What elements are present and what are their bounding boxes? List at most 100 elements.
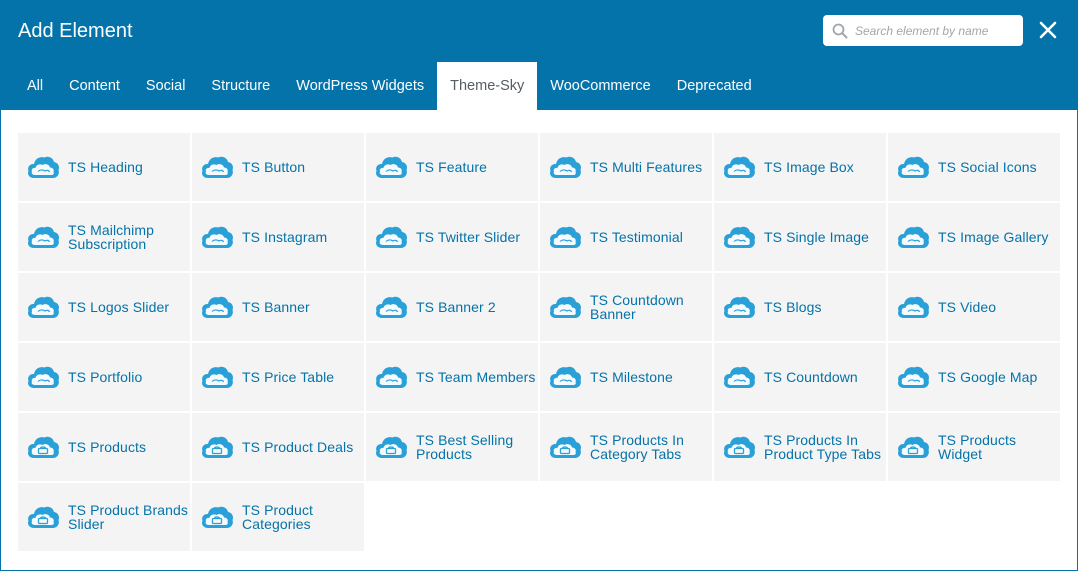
element-label: TS Portfolio (68, 369, 143, 385)
cloud-icon (374, 363, 408, 391)
tab-woocommerce[interactable]: WooCommerce (537, 62, 663, 110)
element-label: TS Milestone (590, 369, 673, 385)
element-ts-button[interactable]: TS Button (192, 133, 364, 201)
element-ts-best-selling-products[interactable]: TS Best Selling Products (366, 413, 538, 481)
cloud-icon (200, 363, 234, 391)
dialog-title: Add Element (18, 20, 133, 42)
element-label: TS Products In Product Type Tabs (764, 432, 882, 462)
element-ts-testimonial[interactable]: TS Testimonial (540, 203, 712, 271)
tab-content[interactable]: Content (56, 62, 133, 110)
cloud-icon (722, 153, 756, 181)
search-box[interactable] (823, 15, 1023, 46)
element-label: TS Product Deals (242, 439, 354, 455)
cloud-icon (896, 293, 930, 321)
element-ts-logos-slider[interactable]: TS Logos Slider (18, 273, 190, 341)
category-tabs: All Content Social Structure WordPress Widge… (18, 62, 765, 110)
element-ts-google-map[interactable]: TS Google Map (888, 343, 1060, 411)
element-label: TS Testimonial (590, 229, 683, 245)
cloud-icon (548, 293, 582, 321)
element-ts-product-categories[interactable]: TS Product Categories (192, 483, 364, 551)
cloud-icon (26, 223, 60, 251)
element-label: TS Google Map (938, 369, 1038, 385)
element-ts-twitter-slider[interactable]: TS Twitter Slider (366, 203, 538, 271)
element-label: TS Logos Slider (68, 299, 170, 315)
element-ts-countdown-banner[interactable]: TS Countdown Banner (540, 273, 712, 341)
cloud-basket-icon (26, 503, 60, 531)
element-label: TS Twitter Slider (416, 229, 521, 245)
element-ts-mailchimp-subscription[interactable]: TS Mailchimp Subscription (18, 203, 190, 271)
element-label: TS Video (938, 299, 997, 315)
element-label: TS Products In Category Tabs (590, 432, 684, 462)
element-label: TS Feature (416, 159, 488, 175)
cloud-basket-icon (200, 433, 234, 461)
element-ts-image-box[interactable]: TS Image Box (714, 133, 886, 201)
cloud-icon (896, 223, 930, 251)
element-ts-image-gallery[interactable]: TS Image Gallery (888, 203, 1060, 271)
element-ts-instagram[interactable]: TS Instagram (192, 203, 364, 271)
element-ts-products-widget[interactable]: TS Products Widget (888, 413, 1060, 481)
element-label: TS Blogs (764, 299, 822, 315)
tab-all[interactable]: All (14, 62, 56, 110)
element-ts-price-table[interactable]: TS Price Table (192, 343, 364, 411)
element-label: TS Button (242, 159, 306, 175)
element-ts-product-brands-slider[interactable]: TS Product Brands Slider (18, 483, 190, 551)
element-label: TS Products Widget (938, 432, 1017, 462)
element-label: TS Countdown Banner (590, 292, 684, 322)
element-ts-products-in-product-type-tabs[interactable]: TS Products In Product Type Tabs (714, 413, 886, 481)
element-ts-countdown[interactable]: TS Countdown (714, 343, 886, 411)
element-label: TS Mailchimp Subscription (68, 222, 154, 252)
element-label: TS Social Icons (938, 159, 1037, 175)
element-label: TS Product Categories (242, 502, 314, 532)
tab-wordpress-widgets[interactable]: WordPress Widgets (283, 62, 437, 110)
cloud-basket-icon (896, 433, 930, 461)
element-label: TS Products (68, 439, 147, 455)
element-ts-social-icons[interactable]: TS Social Icons (888, 133, 1060, 201)
element-ts-products[interactable]: TS Products (18, 413, 190, 481)
cloud-icon (200, 293, 234, 321)
cloud-icon (374, 223, 408, 251)
cloud-basket-icon (374, 433, 408, 461)
dialog-header: Add Element AllContentSocialStructureWor… (1, 1, 1077, 110)
tab-theme-sky[interactable]: Theme-Sky (437, 62, 538, 110)
cloud-icon (200, 153, 234, 181)
element-ts-products-in-category-tabs[interactable]: TS Products In Category Tabs (540, 413, 712, 481)
element-ts-banner-2[interactable]: TS Banner 2 (366, 273, 538, 341)
element-ts-product-deals[interactable]: TS Product Deals (192, 413, 364, 481)
element-label: TS Heading (68, 159, 143, 175)
tab-social[interactable]: Social (133, 62, 199, 110)
cloud-basket-icon (548, 433, 582, 461)
element-label: TS Image Gallery (938, 229, 1049, 245)
element-label: TS Product Brands Slider (68, 502, 188, 532)
element-ts-multi-features[interactable]: TS Multi Features (540, 133, 712, 201)
tab-deprecated[interactable]: Deprecated (664, 62, 765, 110)
element-label: TS Banner (242, 299, 310, 315)
cloud-icon (722, 223, 756, 251)
search-input[interactable] (855, 23, 1015, 38)
element-label: TS Best Selling Products (416, 432, 514, 462)
cloud-icon (896, 363, 930, 391)
cloud-icon (374, 153, 408, 181)
cloud-icon (548, 223, 582, 251)
cloud-basket-icon (200, 503, 234, 531)
tab-structure[interactable]: Structure (198, 62, 283, 110)
element-ts-milestone[interactable]: TS Milestone (540, 343, 712, 411)
element-ts-blogs[interactable]: TS Blogs (714, 273, 886, 341)
close-icon[interactable] (1037, 19, 1059, 41)
search-icon (832, 23, 848, 38)
element-ts-portfolio[interactable]: TS Portfolio (18, 343, 190, 411)
element-label: TS Instagram (242, 229, 328, 245)
cloud-icon (374, 293, 408, 321)
cloud-icon (722, 293, 756, 321)
cloud-icon (722, 363, 756, 391)
element-label: TS Banner 2 (416, 299, 496, 315)
cloud-icon (548, 153, 582, 181)
element-ts-feature[interactable]: TS Feature (366, 133, 538, 201)
element-label: TS Team Members (416, 369, 536, 385)
element-ts-team-members[interactable]: TS Team Members (366, 343, 538, 411)
element-ts-heading[interactable]: TS Heading (18, 133, 190, 201)
cloud-icon (548, 363, 582, 391)
cloud-icon (26, 363, 60, 391)
element-ts-banner[interactable]: TS Banner (192, 273, 364, 341)
element-ts-video[interactable]: TS Video (888, 273, 1060, 341)
element-ts-single-image[interactable]: TS Single Image (714, 203, 886, 271)
